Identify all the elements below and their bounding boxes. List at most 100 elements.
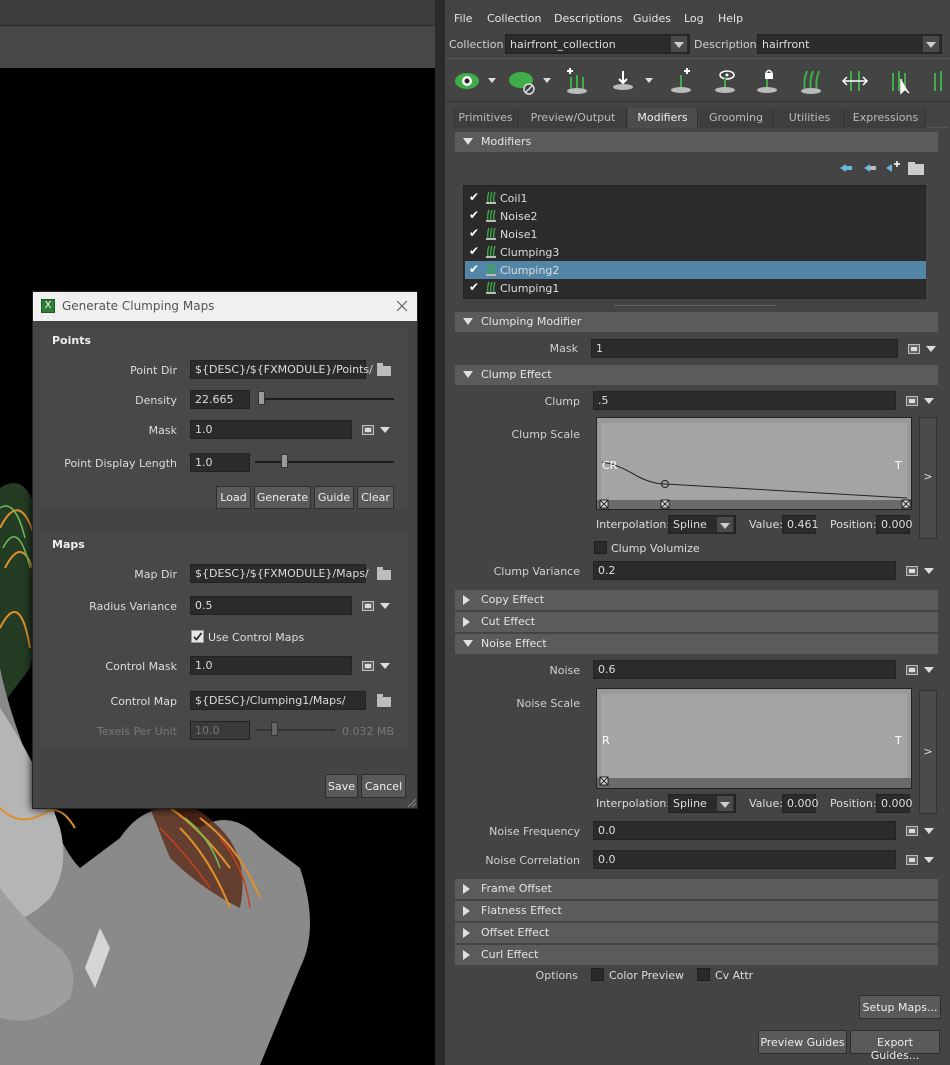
modifier-list-item[interactable]: ✔ Clumping2 — [465, 261, 926, 279]
point-display-length-field[interactable]: 1.0 — [190, 453, 250, 472]
interpolation-dropdown[interactable]: Spline — [668, 515, 736, 534]
guide-select-icon[interactable] — [885, 67, 913, 95]
frame-offset-header[interactable]: Frame Offset — [455, 879, 938, 899]
list-resize-handle[interactable] — [615, 305, 775, 307]
cancel-button[interactable]: Cancel — [361, 774, 406, 798]
dialog-mask-field[interactable]: 1.0 — [190, 420, 352, 439]
preview-guides-button[interactable]: Preview Guides — [758, 1030, 847, 1054]
close-icon[interactable] — [396, 300, 408, 312]
map-button[interactable] — [906, 852, 936, 868]
modifier-list-item[interactable]: ✔ Clumping1 — [465, 279, 926, 297]
density-slider-track[interactable] — [260, 398, 394, 400]
tab-grooming[interactable]: Grooming — [699, 108, 774, 128]
tab-utilities[interactable]: Utilities — [775, 108, 845, 128]
tab-preview-output[interactable]: Preview/Output — [520, 108, 627, 128]
map-button[interactable] — [906, 393, 936, 409]
expand-curve-button[interactable]: > — [919, 417, 937, 539]
menu-collection[interactable]: Collection — [487, 12, 541, 25]
map-button[interactable] — [362, 658, 392, 674]
offset-effect-header[interactable]: Offset Effect — [455, 923, 938, 943]
modifier-list-item[interactable]: ✔ Noise1 — [465, 225, 926, 243]
modifier-enabled-checkbox[interactable]: ✔ — [469, 280, 479, 294]
use-control-maps-checkbox[interactable] — [191, 630, 204, 643]
noise-correlation-field[interactable]: 0.0 — [593, 850, 896, 869]
clump-volumize-checkbox[interactable] — [594, 541, 607, 554]
move-down-icon[interactable] — [864, 164, 876, 172]
map-button[interactable] — [362, 422, 392, 438]
tab-expressions[interactable]: Expressions — [846, 108, 926, 128]
menu-file[interactable]: File — [454, 12, 472, 25]
map-button[interactable] — [906, 563, 936, 579]
move-up-icon[interactable] — [840, 164, 852, 172]
guide-more-icon[interactable] — [927, 67, 950, 95]
add-guide-icon[interactable] — [563, 67, 591, 95]
chevron-down-icon[interactable] — [645, 78, 653, 83]
noise-frequency-field[interactable]: 0.0 — [593, 821, 896, 840]
hide-preview-icon[interactable] — [507, 67, 535, 95]
curve-key-marker[interactable] — [660, 499, 670, 509]
move-guide-icon[interactable] — [609, 67, 637, 95]
menu-help[interactable]: Help — [718, 12, 743, 25]
generate-button[interactable]: Generate — [254, 486, 311, 509]
eye-preview-icon[interactable] — [453, 67, 481, 95]
color-preview-checkbox[interactable] — [591, 968, 604, 981]
curve-key-marker[interactable] — [599, 776, 609, 786]
guide-curves-icon[interactable] — [797, 67, 825, 95]
noise-position-field[interactable]: 0.000 — [876, 794, 913, 813]
chevron-down-icon[interactable] — [488, 78, 496, 83]
modifier-enabled-checkbox[interactable]: ✔ — [469, 262, 479, 276]
point-display-length-slider-handle[interactable] — [281, 454, 288, 468]
clear-button[interactable]: Clear — [357, 486, 394, 509]
modifier-enabled-checkbox[interactable]: ✔ — [469, 226, 479, 240]
modifier-enabled-checkbox[interactable]: ✔ — [469, 244, 479, 258]
density-slider-handle[interactable] — [258, 391, 265, 405]
control-map-field[interactable]: ${DESC}/Clumping1/Maps/ — [190, 691, 366, 710]
menu-log[interactable]: Log — [684, 12, 704, 25]
show-guide-icon[interactable] — [711, 67, 739, 95]
lock-guide-icon[interactable] — [753, 67, 781, 95]
clump-scale-curve-editor[interactable]: CR T — [596, 417, 912, 510]
dialog-titlebar[interactable]: X Generate Clumping Maps — [33, 292, 417, 321]
tab-primitives[interactable]: Primitives — [453, 108, 519, 128]
folder-icon[interactable] — [377, 567, 391, 580]
curve-key-marker[interactable] — [901, 499, 911, 509]
clump-variance-field[interactable]: 0.2 — [593, 561, 896, 580]
modifier-list-item[interactable]: ✔ Coil1 — [465, 189, 926, 207]
copy-effect-header[interactable]: Copy Effect — [455, 590, 938, 610]
clumping-modifier-header[interactable]: Clumping Modifier — [455, 312, 938, 332]
map-dir-field[interactable]: ${DESC}/${FXMODULE}/Maps/ — [190, 564, 369, 583]
cut-effect-header[interactable]: Cut Effect — [455, 612, 938, 632]
modifiers-section-header[interactable]: Modifiers — [455, 132, 938, 152]
export-guides-button[interactable]: Export Guides... — [850, 1030, 940, 1062]
menu-descriptions[interactable]: Descriptions — [554, 12, 622, 25]
modifier-enabled-checkbox[interactable]: ✔ — [469, 208, 479, 222]
guide-flip-icon[interactable] — [841, 67, 869, 95]
expand-noise-curve-button[interactable]: > — [919, 690, 937, 814]
control-mask-field[interactable]: 1.0 — [190, 656, 352, 675]
noise-effect-header[interactable]: Noise Effect — [455, 634, 938, 654]
curve-key-marker[interactable] — [599, 499, 609, 509]
map-button[interactable] — [362, 598, 392, 614]
noise-field[interactable]: 0.6 — [593, 660, 896, 679]
setup-maps-button[interactable]: Setup Maps... — [859, 995, 941, 1019]
noise-value-field[interactable]: 0.000 — [782, 794, 819, 813]
curl-effect-header[interactable]: Curl Effect — [455, 945, 938, 965]
value-field[interactable]: 0.461 — [782, 515, 819, 534]
panel-splitter[interactable] — [435, 0, 445, 1065]
resize-grip-icon[interactable] — [405, 796, 417, 808]
folder-icon[interactable] — [908, 162, 924, 175]
flatness-effect-header[interactable]: Flatness Effect — [455, 901, 938, 921]
mask-field[interactable]: 1 — [591, 339, 898, 358]
cv-attr-checkbox[interactable] — [697, 968, 710, 981]
add-guide-plus-icon[interactable] — [667, 67, 695, 95]
noise-interpolation-dropdown[interactable]: Spline — [668, 794, 736, 813]
clump-effect-header[interactable]: Clump Effect — [455, 365, 938, 385]
menu-guides[interactable]: Guides — [633, 12, 671, 25]
point-display-length-slider-track[interactable] — [255, 461, 394, 463]
map-button[interactable] — [906, 823, 936, 839]
tab-modifiers[interactable]: Modifiers — [628, 108, 698, 128]
modifier-list-item[interactable]: ✔ Noise2 — [465, 207, 926, 225]
folder-icon[interactable] — [377, 694, 391, 707]
modifier-enabled-checkbox[interactable]: ✔ — [469, 190, 479, 204]
position-field[interactable]: 0.000 — [876, 515, 913, 534]
